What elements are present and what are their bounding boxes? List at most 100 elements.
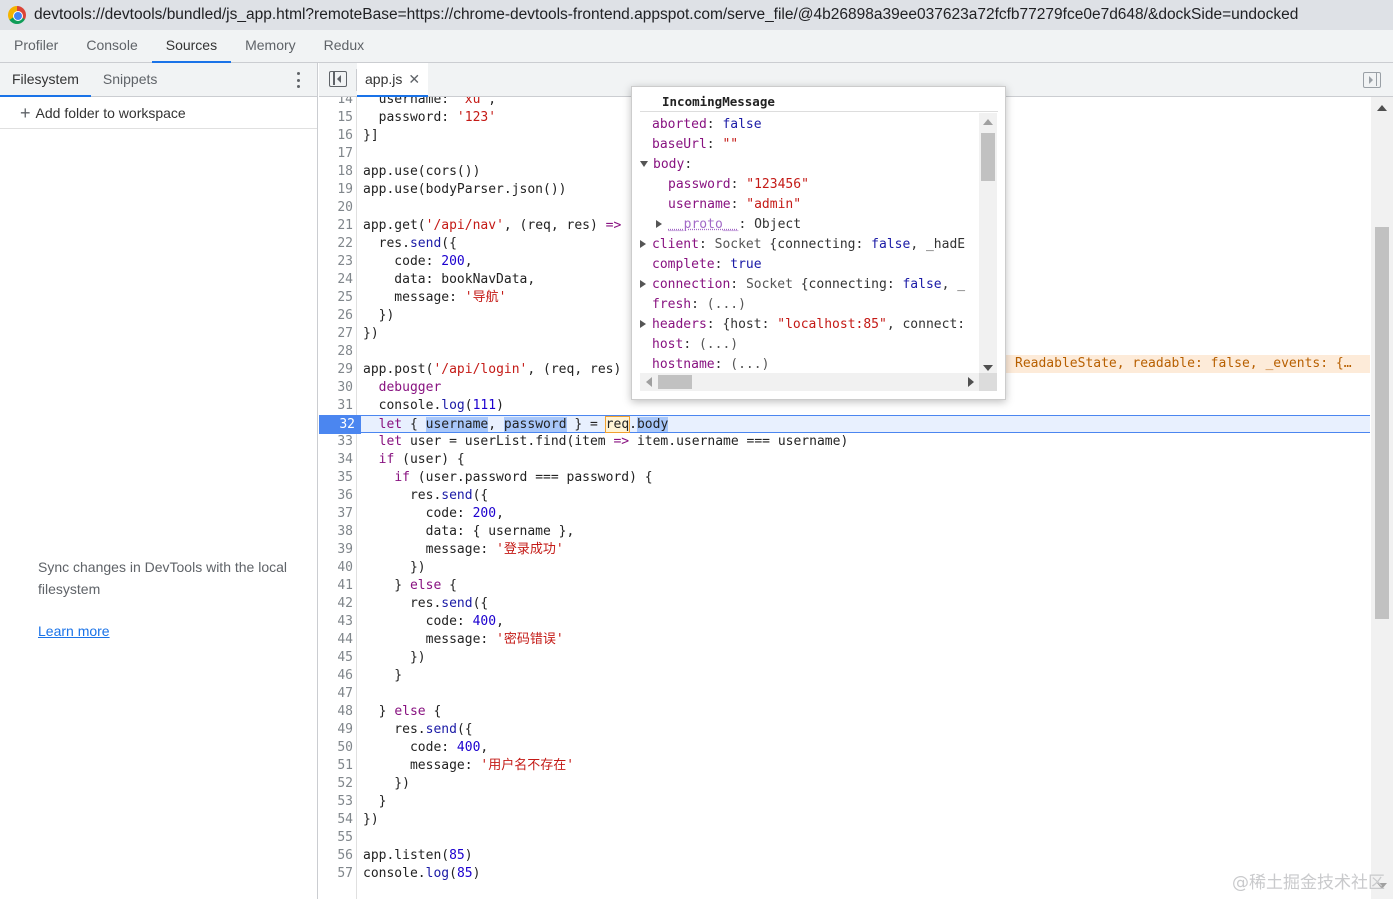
line-number[interactable]: 54 <box>319 811 353 829</box>
code-line[interactable]: 53 } <box>319 793 1370 811</box>
line-number[interactable]: 15 <box>319 109 353 127</box>
line-number[interactable]: 42 <box>319 595 353 613</box>
tab-memory[interactable]: Memory <box>231 30 310 62</box>
scroll-left-icon[interactable] <box>646 377 652 387</box>
add-folder-button[interactable]: + Add folder to workspace <box>0 97 317 129</box>
expand-icon[interactable] <box>656 220 662 228</box>
code-line[interactable]: 41 } else { <box>319 577 1370 595</box>
line-number[interactable]: 32 <box>319 416 361 434</box>
code-line[interactable]: 52 }) <box>319 775 1370 793</box>
scroll-up-icon[interactable] <box>1377 105 1387 111</box>
line-number[interactable]: 31 <box>319 397 353 415</box>
scroll-up-icon[interactable] <box>983 119 993 125</box>
line-number[interactable]: 38 <box>319 523 353 541</box>
line-number[interactable]: 40 <box>319 559 353 577</box>
tab-redux[interactable]: Redux <box>310 30 378 62</box>
popover-hscroll-thumb[interactable] <box>658 375 692 389</box>
code-line[interactable]: 57 console.log(85) <box>319 865 1370 883</box>
code-line[interactable]: 48 } else { <box>319 703 1370 721</box>
code-line[interactable]: 34 if (user) { <box>319 451 1370 469</box>
line-number[interactable]: 57 <box>319 865 353 883</box>
tab-snippets[interactable]: Snippets <box>91 63 169 96</box>
collapse-icon[interactable] <box>640 161 648 167</box>
line-number[interactable]: 24 <box>319 271 353 289</box>
property-row[interactable]: username: "admin" <box>668 195 801 215</box>
code-line[interactable]: 39 message: '登录成功' <box>319 541 1370 559</box>
line-number[interactable]: 45 <box>319 649 353 667</box>
code-line[interactable]: 33 let user = userList.find(item => item… <box>319 433 1370 451</box>
line-number[interactable]: 53 <box>319 793 353 811</box>
line-number[interactable]: 25 <box>319 289 353 307</box>
property-row[interactable]: connection: Socket {connecting: false, _ <box>640 275 965 295</box>
line-number[interactable]: 26 <box>319 307 353 325</box>
property-row[interactable]: aborted: false <box>652 115 762 135</box>
line-number[interactable]: 30 <box>319 379 353 397</box>
popover-vscroll-thumb[interactable] <box>981 133 995 181</box>
tab-profiler[interactable]: Profiler <box>0 30 72 62</box>
code-line[interactable]: 47 <box>319 685 1370 703</box>
property-row[interactable]: host: (...) <box>652 335 738 355</box>
code-line[interactable]: 40 }) <box>319 559 1370 577</box>
code-line[interactable]: 32 let { username, password } = req.body <box>319 415 1370 434</box>
line-number[interactable]: 46 <box>319 667 353 685</box>
line-number[interactable]: 44 <box>319 631 353 649</box>
property-row[interactable]: headers: {host: "localhost:85", connect: <box>640 315 965 335</box>
line-number[interactable]: 43 <box>319 613 353 631</box>
close-icon[interactable]: ✕ <box>408 71 420 88</box>
kebab-icon[interactable] <box>297 72 301 88</box>
line-number[interactable]: 33 <box>319 433 353 451</box>
property-row[interactable]: hostname: (...) <box>652 355 769 375</box>
scroll-down-icon[interactable] <box>983 365 993 371</box>
line-number[interactable]: 14 <box>319 97 353 109</box>
learn-more-link[interactable]: Learn more <box>38 623 110 639</box>
code-line[interactable]: 54}) <box>319 811 1370 829</box>
line-number[interactable]: 17 <box>319 145 353 163</box>
line-number[interactable]: 35 <box>319 469 353 487</box>
debugger-toggle-icon[interactable] <box>1363 72 1381 88</box>
property-row[interactable]: baseUrl: "" <box>652 135 738 155</box>
code-line[interactable]: 45 }) <box>319 649 1370 667</box>
code-line[interactable]: 55 <box>319 829 1370 847</box>
code-line[interactable]: 46 } <box>319 667 1370 685</box>
sidebar-toggle-icon[interactable] <box>329 71 347 87</box>
line-number[interactable]: 47 <box>319 685 353 703</box>
line-number[interactable]: 37 <box>319 505 353 523</box>
property-row[interactable]: client: Socket {connecting: false, _hadE <box>640 235 965 255</box>
tab-filesystem[interactable]: Filesystem <box>0 63 91 97</box>
line-number[interactable]: 16 <box>319 127 353 145</box>
scroll-right-icon[interactable] <box>968 377 974 387</box>
tab-sources[interactable]: Sources <box>151 30 232 63</box>
line-number[interactable]: 34 <box>319 451 353 469</box>
line-number[interactable]: 36 <box>319 487 353 505</box>
line-number[interactable]: 49 <box>319 721 353 739</box>
property-row[interactable]: __proto__: Object <box>656 215 801 235</box>
code-line[interactable]: 51 message: '用户名不存在' <box>319 757 1370 775</box>
code-line[interactable]: 35 if (user.password === password) { <box>319 469 1370 487</box>
line-number[interactable]: 39 <box>319 541 353 559</box>
code-line[interactable]: 42 res.send({ <box>319 595 1370 613</box>
line-number[interactable]: 20 <box>319 199 353 217</box>
code-line[interactable]: 38 data: { username }, <box>319 523 1370 541</box>
line-number[interactable]: 29 <box>319 361 353 379</box>
line-number[interactable]: 27 <box>319 325 353 343</box>
line-number[interactable]: 55 <box>319 829 353 847</box>
expand-icon[interactable] <box>640 240 646 248</box>
code-line[interactable]: 44 message: '密码错误' <box>319 631 1370 649</box>
property-row[interactable]: complete: true <box>652 255 762 275</box>
line-number[interactable]: 48 <box>319 703 353 721</box>
line-number[interactable]: 52 <box>319 775 353 793</box>
editor-scrollbar[interactable] <box>1371 97 1393 899</box>
popover-vscrollbar[interactable] <box>979 113 997 375</box>
expand-icon[interactable] <box>640 320 646 328</box>
popover-hscrollbar[interactable] <box>640 373 980 391</box>
line-number[interactable]: 56 <box>319 847 353 865</box>
line-number[interactable]: 28 <box>319 343 353 361</box>
expand-icon[interactable] <box>640 280 646 288</box>
code-line[interactable]: 36 res.send({ <box>319 487 1370 505</box>
tab-console[interactable]: Console <box>72 30 151 62</box>
code-line[interactable]: 50 code: 400, <box>319 739 1370 757</box>
code-line[interactable]: 43 code: 400, <box>319 613 1370 631</box>
file-tab-app-js[interactable]: app.js ✕ <box>357 63 429 97</box>
code-line[interactable]: 56 app.listen(85) <box>319 847 1370 865</box>
code-line[interactable]: 37 code: 200, <box>319 505 1370 523</box>
